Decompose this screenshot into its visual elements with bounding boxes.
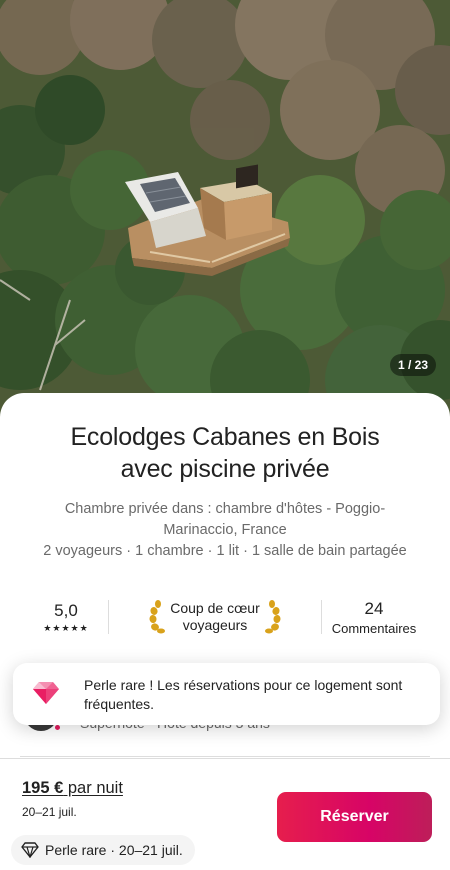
guest-favorite-badge[interactable]: Coup de cœur voyageurs [109,600,321,634]
guest-favorite-line2: voyageurs [182,617,248,633]
rare-find-toast[interactable]: Perle rare ! Les réservations pour ce lo… [13,663,440,725]
listing-details: 2 voyageurs · 1 chambre · 1 lit · 1 sall… [43,543,407,559]
rare-find-chip: Perle rare · 20–21 juil. [11,835,195,865]
gem-icon [33,682,59,704]
listing-title-line2: avec piscine privée [120,455,330,483]
listing-title: Ecolodges Cabanes en Bois avec piscine p… [20,421,430,485]
photo-counter: 1 / 23 [389,354,436,376]
divider [20,756,430,757]
listing-subtitle: Chambre privée dans : chambre d'hôtes - … [64,501,386,538]
price-suffix: par nuit [63,779,123,797]
cabin-forest-photo [0,0,450,420]
reviews-label: Commentaires [331,620,417,636]
booking-footer: 195 € par nuit 20–21 juil. Réserver Perl… [0,758,450,870]
price-per-night[interactable]: 195 € par nuit [22,779,123,798]
rating-stat[interactable]: 5,0 ★★★★★ [24,601,108,634]
laurel-right-icon [264,600,281,634]
star-rating-icon: ★★★★★ [43,622,89,633]
rare-find-text: Perle rare ! Les réservations pour ce lo… [84,677,403,712]
guest-favorite-line1: Coup de cœur [170,600,260,616]
rating-value: 5,0 [54,600,78,620]
stats-row: 5,0 ★★★★★ Coup de cœur voyageurs 24 Comm… [24,589,426,645]
reviews-count: 24 [364,598,384,618]
diamond-icon [21,842,39,858]
listing-title-line1: Ecolodges Cabanes en Bois [70,423,380,451]
laurel-left-icon [149,600,166,634]
reviews-stat[interactable]: 24 Commentaires [322,599,426,636]
booking-dates: 20–21 juil. [22,805,77,819]
rare-find-chip-label: Perle rare · 20–21 juil. [45,842,183,858]
reserve-button[interactable]: Réserver [277,792,432,842]
price-value: 195 € [22,779,64,797]
listing-photo[interactable]: 1 / 23 [0,0,450,420]
guest-favorite-text: Coup de cœur voyageurs [170,600,259,634]
